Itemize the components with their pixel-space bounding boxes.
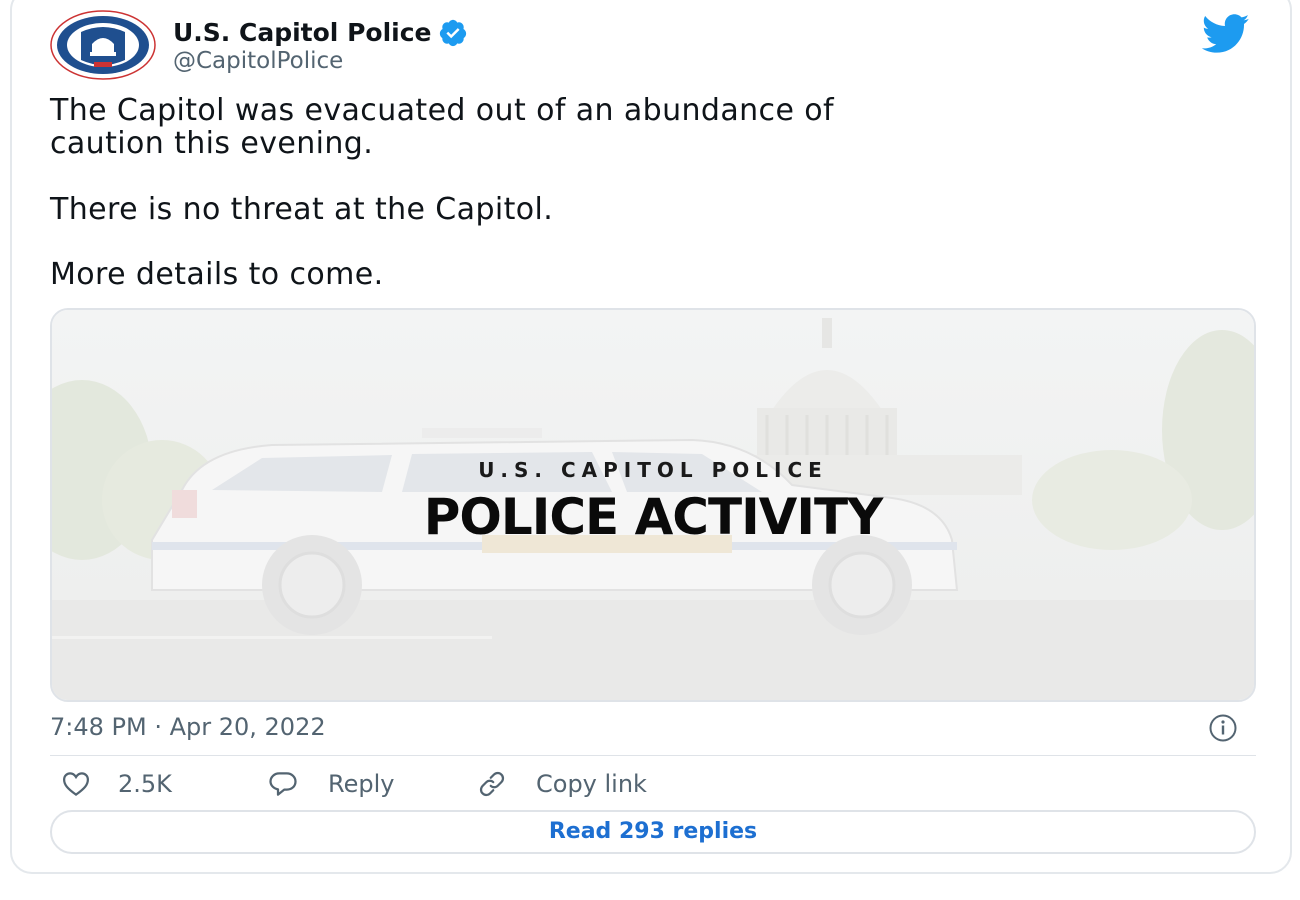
heart-icon	[62, 772, 90, 797]
like-button[interactable]: 2.5K	[56, 766, 172, 802]
like-count: 2.5K	[118, 770, 172, 798]
copy-link-label: Copy link	[536, 770, 647, 798]
author-name-row[interactable]: U.S. Capitol Police	[173, 18, 468, 48]
verified-badge-icon	[439, 19, 466, 47]
copy-link-button[interactable]: Copy link	[470, 766, 647, 802]
read-replies-button[interactable]: Read 293 replies	[50, 810, 1256, 854]
tweet-text-line: caution this evening.	[50, 126, 374, 161]
reply-label: Reply	[328, 770, 395, 798]
tweet-text-line: The Capitol was evacuated out of an abun…	[50, 93, 834, 128]
tweet-media-image[interactable]: U.S. CAPITOL POLICE POLICE ACTIVITY	[50, 308, 1256, 702]
author-handle[interactable]: @CapitolPolice	[173, 47, 343, 75]
info-icon[interactable]	[1208, 713, 1238, 743]
tweet-timestamp[interactable]: 7:48 PM · Apr 20, 2022	[50, 712, 326, 742]
divider	[50, 755, 1256, 756]
reply-bubble-icon	[269, 772, 297, 796]
twitter-bird-icon[interactable]	[1198, 14, 1254, 54]
media-title: POLICE ACTIVITY	[423, 488, 884, 546]
author-display-name[interactable]: U.S. Capitol Police	[173, 18, 432, 48]
media-subtitle: U.S. CAPITOL POLICE	[478, 458, 828, 482]
capitol-police-badge-icon[interactable]	[48, 10, 158, 80]
reply-button[interactable]: Reply	[260, 766, 394, 802]
link-icon	[479, 771, 505, 797]
tweet-text-line: There is no threat at the Capitol.	[50, 192, 554, 227]
tweet-text-line: More details to come.	[50, 257, 384, 292]
